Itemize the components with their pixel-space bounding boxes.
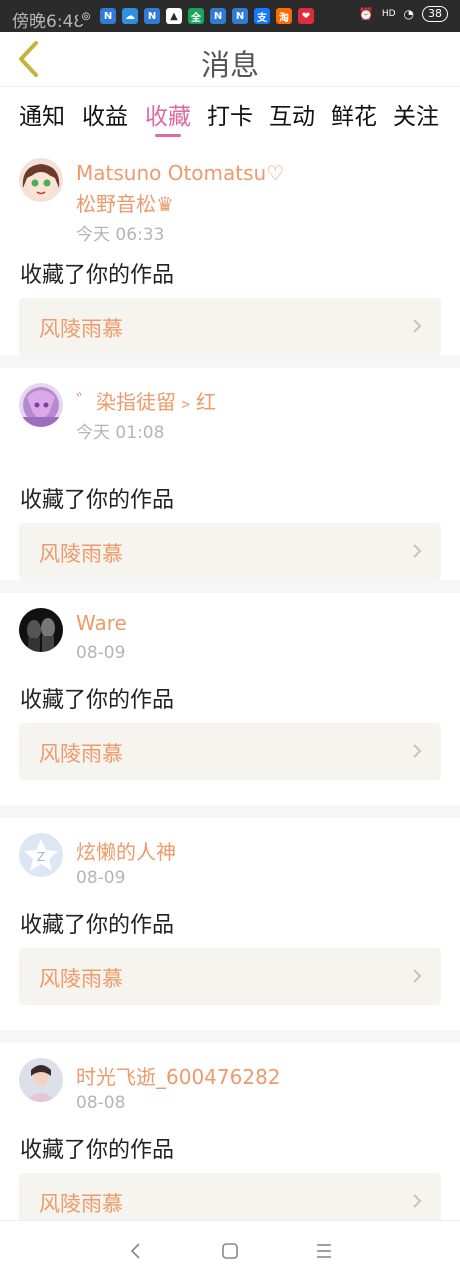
quan-app-icon: 全 xyxy=(188,8,204,24)
wechat-icon: ◎ xyxy=(78,8,94,24)
status-bar: 傍晚6:48 ◎ N ☁ N ▲ 全 N N 支淘 ❤ ⏰ HD ◔ 38 xyxy=(0,0,460,32)
action-text: 收藏了你的作品 xyxy=(20,488,175,513)
username[interactable]: 炫懒的人神 xyxy=(76,836,176,865)
username[interactable]: ゛染指徒留﹥红 xyxy=(76,386,216,415)
timestamp: 今天 06:33 xyxy=(76,225,165,245)
divider xyxy=(0,580,460,593)
wifi-icon: ◔ xyxy=(403,7,414,21)
work-card[interactable]: 风陵雨慕 xyxy=(19,298,441,355)
system-nav-bar xyxy=(0,1220,460,1281)
work-title: 风陵雨慕 xyxy=(39,1192,123,1216)
tab-notify[interactable]: 通知 xyxy=(12,97,72,131)
active-tab-indicator xyxy=(155,134,181,137)
nav-back-icon xyxy=(130,1243,140,1259)
tab-bar: 通知 收益 收藏 打卡 互动 鲜花 关注 xyxy=(0,86,460,143)
divider xyxy=(0,355,460,368)
dark-photo-avatar[interactable] xyxy=(19,608,63,652)
username[interactable]: 时光飞逝_600476282 xyxy=(76,1061,281,1090)
chevron-right-icon xyxy=(413,1194,422,1208)
work-title: 风陵雨慕 xyxy=(39,317,123,341)
nav-home-button[interactable] xyxy=(218,1239,242,1263)
work-card[interactable]: 风陵雨慕 xyxy=(19,948,441,1005)
header: 消息 xyxy=(0,32,460,86)
action-text: 收藏了你的作品 xyxy=(20,1138,175,1163)
work-card[interactable]: 风陵雨慕 xyxy=(19,723,441,780)
purple-anime-avatar[interactable] xyxy=(19,383,63,427)
nav-menu-icon xyxy=(317,1244,331,1258)
chevron-right-icon xyxy=(413,319,422,333)
cloud-app-icon: ☁ xyxy=(122,8,138,24)
alarm-icon: ⏰ xyxy=(358,7,374,21)
work-title: 风陵雨慕 xyxy=(39,967,123,991)
username[interactable]: Ware xyxy=(76,611,127,635)
divider xyxy=(0,1030,460,1043)
page-title: 消息 xyxy=(200,48,259,82)
tab-following[interactable]: 关注 xyxy=(386,97,446,131)
tab-checkin[interactable]: 打卡 xyxy=(200,97,260,131)
list-item: Z 炫懒的人神 08-09 收藏了你的作品 风陵雨慕 xyxy=(0,818,460,1030)
username[interactable]: Matsuno Otomatsu♡ xyxy=(76,161,284,185)
work-title: 风陵雨慕 xyxy=(39,742,123,766)
timestamp: 今天 01:08 xyxy=(76,423,165,443)
tab-flowers[interactable]: 鲜花 xyxy=(324,97,384,131)
battery-icon: 38 xyxy=(422,6,448,22)
divider xyxy=(0,805,460,818)
taobao-icon: 淘 xyxy=(276,8,292,24)
timestamp: 08-08 xyxy=(76,1093,126,1113)
status-time: 傍晚6:48 xyxy=(12,12,85,32)
alipay-icon: 支 xyxy=(254,8,270,24)
notification-icons: ◎ N ☁ N ▲ 全 N N 支淘 ❤ xyxy=(78,8,314,24)
work-card[interactable]: 风陵雨慕 xyxy=(19,523,441,580)
timestamp: 08-09 xyxy=(76,643,126,663)
heart-app-icon: ❤ xyxy=(298,8,314,24)
nav-back-button[interactable] xyxy=(124,1239,148,1263)
n-app-icon: N xyxy=(210,8,226,24)
nav-menu-button[interactable] xyxy=(312,1239,336,1263)
n-app-icon: N xyxy=(144,8,160,24)
drive-app-icon: ▲ xyxy=(166,8,182,24)
chevron-right-icon xyxy=(413,744,422,758)
action-text: 收藏了你的作品 xyxy=(20,913,175,938)
n-app-icon: N xyxy=(100,8,116,24)
message-list: Matsuno Otomatsu♡ 松野音松♛ 今天 06:33 收藏了你的作品… xyxy=(0,143,460,1255)
work-title: 风陵雨慕 xyxy=(39,542,123,566)
nav-home-icon xyxy=(222,1243,238,1259)
action-text: 收藏了你的作品 xyxy=(20,263,175,288)
svg-text:Z: Z xyxy=(37,850,45,864)
chevron-right-icon xyxy=(413,969,422,983)
user-subname: 松野音松♛ xyxy=(76,192,174,216)
status-right: ⏰ HD ◔ 38 xyxy=(359,6,448,22)
person-photo-avatar[interactable] xyxy=(19,1058,63,1102)
timestamp: 08-09 xyxy=(76,868,126,888)
tab-favorites[interactable]: 收藏 xyxy=(138,97,198,131)
signal-icon: HD xyxy=(381,9,396,19)
tab-interaction[interactable]: 互动 xyxy=(262,97,322,131)
list-item: Matsuno Otomatsu♡ 松野音松♛ 今天 06:33 收藏了你的作品… xyxy=(0,143,460,355)
list-item: ゛染指徒留﹥红 今天 01:08 收藏了你的作品 风陵雨慕 xyxy=(0,368,460,580)
action-text: 收藏了你的作品 xyxy=(20,688,175,713)
tab-earnings[interactable]: 收益 xyxy=(75,97,135,131)
default-avatar[interactable]: Z xyxy=(19,833,63,877)
n-app-icon: N xyxy=(232,8,248,24)
anime-girl-avatar[interactable] xyxy=(19,158,63,202)
chevron-right-icon xyxy=(413,544,422,558)
list-item: Ware 08-09 收藏了你的作品 风陵雨慕 xyxy=(0,593,460,805)
